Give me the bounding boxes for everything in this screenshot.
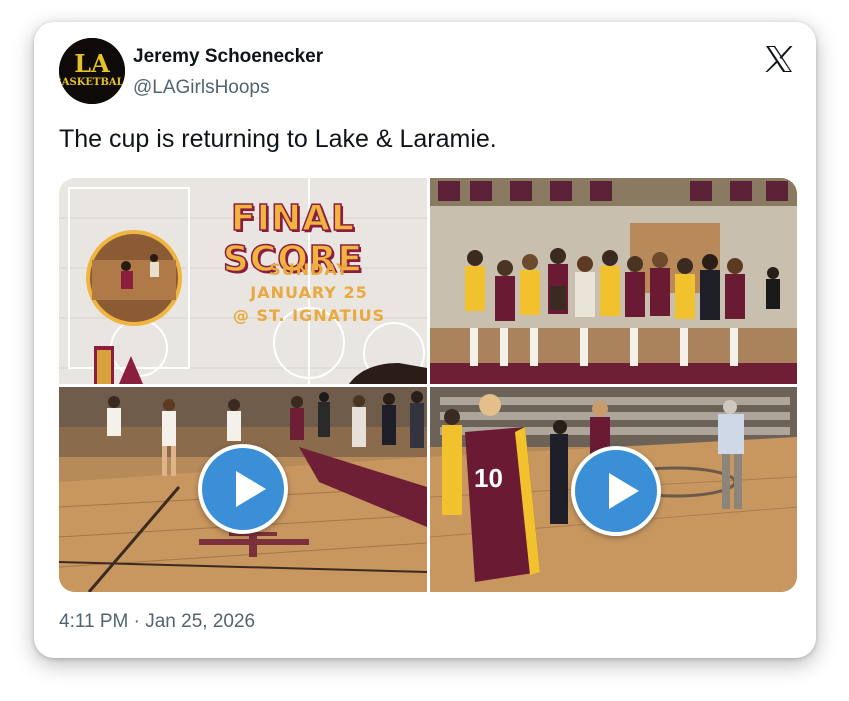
avatar[interactable]: LA BASKETBALL <box>59 38 125 104</box>
tweet-text: The cup is returning to Lake & Laramie. <box>59 125 497 153</box>
media-grid: FINAL SCORE SUNDAY JANUARY 25 @ ST. IGNA… <box>59 178 797 592</box>
final-score-day: SUNDAY <box>269 260 349 279</box>
x-logo-icon[interactable] <box>764 44 794 74</box>
timestamp[interactable]: 4:11 PM · Jan 25, 2026 <box>59 611 255 633</box>
svg-text:LA: LA <box>74 49 110 78</box>
tweet-card: LA BASKETBALL Jeremy Schoenecker @LAGirl… <box>34 22 816 658</box>
play-icon[interactable] <box>571 446 661 536</box>
play-icon[interactable] <box>198 444 288 534</box>
final-score-details: SUNDAY JANUARY 25 @ ST. IGNATIUS <box>189 258 427 327</box>
svg-text:10: 10 <box>474 463 503 493</box>
team-photo[interactable] <box>430 178 797 384</box>
author-name[interactable]: Jeremy Schoenecker <box>133 46 323 68</box>
final-score-location: @ ST. IGNATIUS <box>232 306 386 325</box>
svg-text:BASKETBALL: BASKETBALL <box>59 77 125 88</box>
final-score-graphic[interactable]: FINAL SCORE SUNDAY JANUARY 25 @ ST. IGNA… <box>59 178 427 384</box>
video-thumbnail[interactable] <box>59 387 427 592</box>
la-basketball-logo: LA BASKETBALL <box>59 38 125 104</box>
final-score-date: JANUARY 25 <box>250 283 368 302</box>
video-thumbnail[interactable]: 10 <box>430 387 797 592</box>
author-handle[interactable]: @LAGirlsHoops <box>133 77 270 99</box>
